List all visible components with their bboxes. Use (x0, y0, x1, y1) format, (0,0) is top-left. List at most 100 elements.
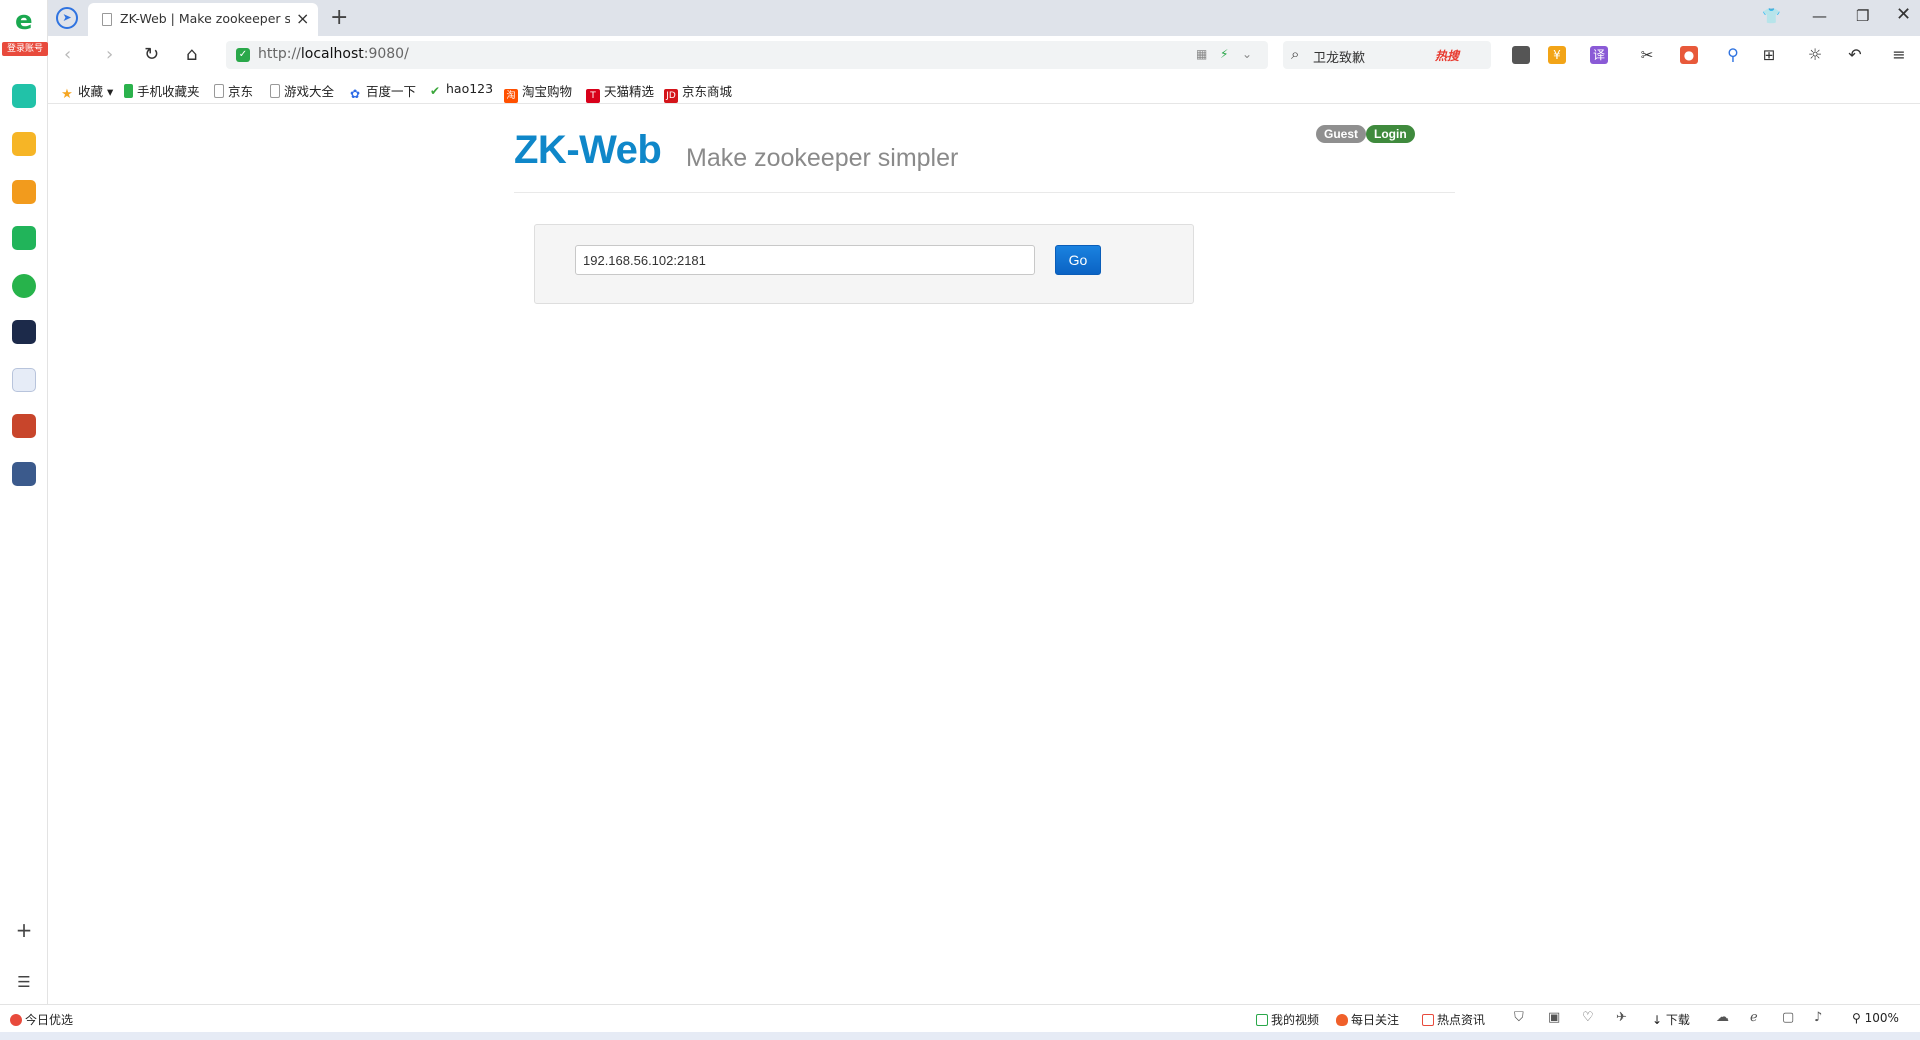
search-query[interactable]: 卫龙致歉 (1313, 47, 1365, 66)
phone-icon (124, 84, 133, 98)
sidebar-add-icon[interactable]: + (14, 920, 34, 940)
forward-icon[interactable]: › (106, 44, 113, 65)
tab-strip: ➤ ZK-Web | Make zookeeper s × + 👕 — ❐ ✕ (48, 0, 1920, 36)
image-icon[interactable]: ▣ (1548, 1010, 1560, 1025)
login-button[interactable]: Login (1366, 125, 1415, 143)
find-icon[interactable]: ⚲ (1724, 46, 1742, 64)
left-sidebar: e 登录账号 + ☰ (0, 0, 48, 1004)
secure-shield-icon: ✓ (236, 48, 250, 62)
url-text[interactable]: http://localhost:9080/ (258, 46, 409, 62)
sidebar-app-news-icon[interactable] (12, 320, 36, 344)
download-button[interactable]: ↓ 下载 (1652, 1011, 1690, 1028)
video-icon (1256, 1014, 1268, 1026)
page-icon (102, 13, 112, 26)
search-icon: ⌕ (1291, 45, 1300, 63)
reload-icon[interactable]: ↻ (144, 44, 159, 65)
status-bar: 今日优选 我的视频 每日关注 热点资讯 ⛉ ▣ ♡ ✈ ↓ 下载 ☁ ℯ ▢ ♪… (0, 1004, 1920, 1032)
bookmark-jingdong[interactable]: 京东 (214, 81, 253, 100)
bookmark-tmall[interactable]: T 天猫精选 (586, 81, 654, 103)
cloud-icon[interactable]: ☁ (1716, 1010, 1729, 1025)
login-account-badge[interactable]: 登录账号 (2, 42, 48, 56)
bookmark-jd-mall[interactable]: JD 京东商城 (664, 81, 732, 103)
qrcode-icon[interactable]: ▦ (1196, 47, 1207, 61)
zookeeper-host-input[interactable] (575, 245, 1035, 275)
undo-icon[interactable]: ↶ (1846, 46, 1864, 64)
rocket-icon[interactable]: ✈ (1616, 1010, 1627, 1025)
go-button[interactable]: Go (1055, 245, 1101, 275)
ie-mode-icon[interactable]: ℯ (1750, 1010, 1758, 1025)
main-menu-icon[interactable]: ≡ (1890, 46, 1908, 64)
close-tab-icon[interactable]: × (296, 9, 309, 28)
home-icon[interactable]: ⌂ (186, 44, 197, 65)
sound-icon[interactable]: ♪ (1814, 1010, 1822, 1025)
search-box[interactable]: ⌕ 卫龙致歉 热搜 (1283, 41, 1491, 69)
star-icon: ★ (61, 87, 73, 102)
web-page: ZK-Web Make zookeeper simpler Guest Logi… (48, 104, 1920, 1004)
zoom-icon: ⚲ (1852, 1011, 1865, 1025)
dropdown-chevron-icon[interactable]: ⌄ (1242, 47, 1252, 61)
sidebar-app-cloud-icon[interactable] (12, 274, 36, 298)
sidebar-app-game2-icon[interactable] (12, 462, 36, 486)
doc-icon (214, 84, 224, 98)
download-icon: ↓ (1652, 1013, 1666, 1027)
health-icon[interactable]: ♡ (1582, 1010, 1594, 1025)
sidebar-app-weibo-icon[interactable] (12, 180, 36, 204)
bookmark-taobao[interactable]: 淘淘宝购物 (504, 81, 572, 103)
zoom-level[interactable]: ⚲ 100% (1852, 1011, 1899, 1025)
flame-icon (1336, 1014, 1348, 1026)
today-picks[interactable]: 今日优选 (10, 1011, 73, 1028)
security-shield-icon[interactable]: ⛉ (1514, 1010, 1524, 1025)
brightness-icon[interactable]: ☼ (1806, 46, 1824, 64)
coupon-icon[interactable]: ¥ (1548, 46, 1566, 64)
jd-icon: JD (664, 89, 678, 103)
tab-zk-web[interactable]: ZK-Web | Make zookeeper s × (88, 3, 318, 36)
restore-icon[interactable]: ❐ (1856, 7, 1869, 25)
close-window-icon[interactable]: ✕ (1896, 4, 1911, 25)
doc-icon (270, 84, 280, 98)
my-video[interactable]: 我的视频 (1256, 1011, 1319, 1028)
reading-icon[interactable] (1512, 46, 1530, 64)
sidebar-app-mail-icon[interactable] (12, 226, 36, 250)
heart-icon (10, 1014, 22, 1026)
connect-panel: Go (534, 224, 1194, 304)
header-divider (514, 192, 1455, 193)
sidebar-app-plus-icon[interactable] (12, 84, 36, 108)
hao123-icon: ✔ (429, 84, 441, 98)
tab-title: ZK-Web | Make zookeeper s (120, 11, 290, 26)
skin-icon[interactable]: 👕 (1762, 7, 1781, 25)
news-icon (1422, 1014, 1434, 1026)
screenshot-icon[interactable]: ✂ (1638, 46, 1656, 64)
minimize-icon[interactable]: — (1812, 7, 1827, 25)
hot-news[interactable]: 热点资讯 (1422, 1011, 1485, 1028)
tmall-icon: T (586, 89, 600, 103)
navigation-icon[interactable]: ➤ (56, 7, 78, 29)
bookmark-games[interactable]: 游戏大全 (270, 81, 334, 100)
browser-e-icon: e (15, 6, 33, 36)
taskbar-edge (0, 1032, 1920, 1040)
taobao-icon: 淘 (504, 89, 518, 103)
sidebar-app-doc-icon[interactable] (12, 368, 36, 392)
window-icon[interactable]: ▢ (1782, 1010, 1794, 1025)
browser-logo[interactable]: e 登录账号 (2, 6, 48, 56)
daily-follow[interactable]: 每日关注 (1336, 1011, 1399, 1028)
hot-search-label[interactable]: 热搜 (1435, 47, 1459, 64)
address-bar[interactable]: ✓ http://localhost:9080/ ▦ ⚡ ⌄ (226, 41, 1268, 69)
tagline: Make zookeeper simpler (686, 144, 959, 172)
bookmark-mobile[interactable]: 手机收藏夹 (124, 81, 200, 100)
bookmark-baidu[interactable]: ✿ 百度一下 (348, 81, 416, 101)
game-icon[interactable]: ● (1680, 46, 1698, 64)
translate-icon[interactable]: 译 (1590, 46, 1608, 64)
bookmark-hao123[interactable]: ✔ hao123 (428, 81, 493, 98)
sidebar-app-game-icon[interactable] (12, 414, 36, 438)
back-icon[interactable]: ‹ (64, 44, 71, 65)
sidebar-menu-icon[interactable]: ☰ (14, 972, 34, 992)
apps-grid-icon[interactable]: ⊞ (1760, 46, 1778, 64)
new-tab-icon[interactable]: + (330, 5, 348, 30)
browser-toolbar: ‹ › ↻ ⌂ ✓ http://localhost:9080/ ▦ ⚡ ⌄ ⌕… (48, 36, 1920, 74)
baidu-icon: ✿ (349, 87, 361, 101)
bookmarks-bar: ★ 收藏 ▾ 手机收藏夹 京东 游戏大全 ✿ 百度一下 ✔ hao123 淘淘宝购物 … (48, 74, 1920, 104)
sidebar-app-star-icon[interactable] (12, 132, 36, 156)
bookmark-favorites[interactable]: ★ 收藏 ▾ (60, 81, 113, 102)
zk-web-brand[interactable]: ZK-Web (514, 128, 662, 173)
speed-mode-icon[interactable]: ⚡ (1220, 47, 1228, 61)
